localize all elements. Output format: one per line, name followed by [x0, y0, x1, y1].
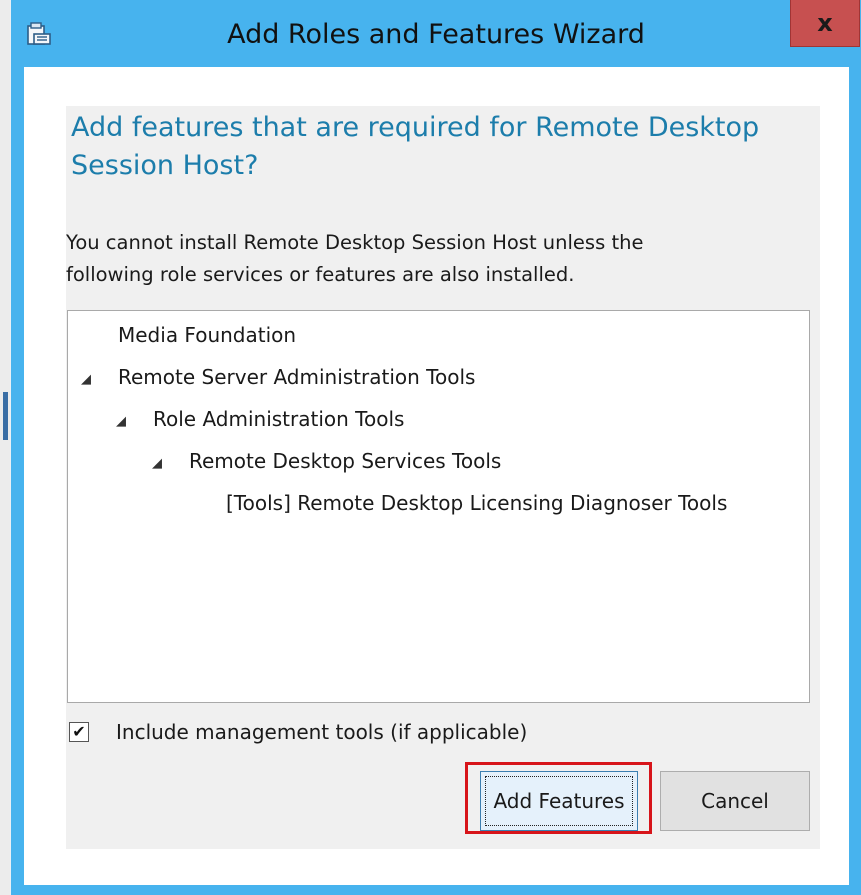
description-line-1: You cannot install Remote Desktop Sessio…	[66, 231, 644, 254]
cancel-label: Cancel	[701, 789, 769, 813]
tree-item-media-foundation[interactable]: Media Foundation	[118, 323, 296, 347]
add-features-button[interactable]: Add Features	[480, 771, 638, 831]
heading-line-1: Add features that are required for Remot…	[71, 112, 760, 143]
dialog-description: You cannot install Remote Desktop Sessio…	[66, 227, 796, 291]
background-window-edge	[0, 0, 10, 895]
tree-item-remote-server-administration-tools[interactable]: Remote Server Administration Tools	[118, 365, 475, 389]
description-line-2: following role services or features are …	[66, 263, 575, 286]
tree-item-label: Role Administration Tools	[153, 407, 405, 431]
tree-item-label: Remote Desktop Services Tools	[189, 449, 502, 473]
close-icon: x	[817, 9, 833, 37]
tree-item-label: Media Foundation	[118, 323, 297, 347]
close-button[interactable]: x	[790, 0, 860, 47]
heading-line-2: Session Host?	[71, 150, 259, 181]
features-tree[interactable]: Media Foundation ◢ Remote Server Adminis…	[67, 310, 810, 703]
include-management-tools-label: Include management tools (if applicable)	[116, 720, 528, 744]
focus-ring	[485, 776, 633, 826]
tree-item-label: [Tools] Remote Desktop Licensing Diagnos…	[226, 491, 728, 515]
expand-arrow-icon[interactable]: ◢	[81, 372, 91, 387]
tree-item-role-administration-tools[interactable]: Role Administration Tools	[153, 407, 404, 431]
cancel-button[interactable]: Cancel	[660, 771, 810, 831]
window-title: Add Roles and Features Wizard	[227, 19, 645, 50]
checkmark-icon: ✔	[72, 722, 86, 741]
tree-item-remote-desktop-services-tools[interactable]: Remote Desktop Services Tools	[189, 449, 501, 473]
tree-item-label: Remote Server Administration Tools	[118, 365, 476, 389]
dialog-heading: Add features that are required for Remot…	[71, 109, 811, 185]
title-bar[interactable]: Add Roles and Features Wizard x	[11, 0, 861, 67]
background-accent	[3, 392, 8, 440]
include-management-tools-checkbox[interactable]: ✔	[69, 722, 89, 742]
tree-item-licensing-diagnoser-tools[interactable]: [Tools] Remote Desktop Licensing Diagnos…	[226, 491, 727, 515]
expand-arrow-icon[interactable]: ◢	[152, 456, 162, 471]
expand-arrow-icon[interactable]: ◢	[116, 414, 126, 429]
